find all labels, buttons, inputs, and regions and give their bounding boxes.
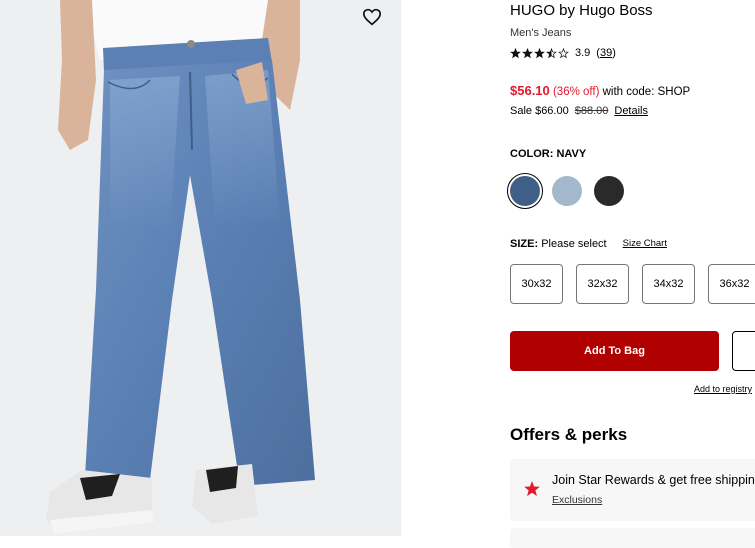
size-options: 30x32 32x32 34x32 36x32 <box>510 264 755 304</box>
selected-color: NAVY <box>556 148 587 160</box>
color-swatches <box>507 173 624 209</box>
heart-outline-icon <box>362 8 382 26</box>
star-icon <box>558 47 569 58</box>
product-name: Men's Jeans <box>510 27 572 39</box>
review-count-link[interactable]: 39 <box>600 47 612 59</box>
size-option-36x32[interactable]: 36x32 <box>708 264 755 304</box>
add-to-registry-link[interactable]: Add to registry <box>694 384 752 394</box>
star-icon <box>546 47 557 58</box>
favorite-button[interactable] <box>362 8 388 34</box>
star-rating <box>510 47 569 59</box>
size-label-row: SIZE: Please select Size Chart <box>510 238 667 250</box>
product-info-panel: HUGO by Hugo Boss Men's Jeans 3.9 (39) $… <box>507 0 755 548</box>
color-label: COLOR: NAVY <box>510 148 587 160</box>
original-price: $88.00 <box>574 105 609 117</box>
star-icon <box>510 47 521 58</box>
size-label: SIZE: <box>510 238 539 250</box>
swatch-black[interactable] <box>594 176 624 206</box>
sale-price-row: Sale $66.00 $88.00 Details <box>510 105 648 117</box>
size-chart-link[interactable]: Size Chart <box>623 238 667 250</box>
red-star-icon <box>524 481 540 496</box>
swatch-light-blue[interactable] <box>552 176 582 206</box>
jeans-photo <box>0 0 401 536</box>
star-icon <box>522 47 533 58</box>
exclusions-link[interactable]: Exclusions <box>552 494 602 506</box>
promo-price-row: $56.10 (36% off) with code: SHOP <box>510 83 690 98</box>
next-offer-card[interactable] <box>510 528 755 548</box>
size-option-32x32[interactable]: 32x32 <box>576 264 629 304</box>
promo-price: $56.10 <box>510 83 550 98</box>
product-image[interactable] <box>0 0 401 536</box>
add-to-bag-button[interactable]: Add To Bag <box>510 331 719 371</box>
swatch-navy[interactable] <box>507 173 543 209</box>
secondary-action-button[interactable] <box>732 331 755 371</box>
details-link[interactable]: Details <box>614 105 648 117</box>
star-icon <box>534 47 545 58</box>
promo-code-text: with code: SHOP <box>602 86 691 98</box>
offers-heading: Offers & perks <box>510 425 628 444</box>
star-rewards-card[interactable]: Join Star Rewards & get free shipping Ex… <box>510 459 755 521</box>
brand-name[interactable]: HUGO by Hugo Boss <box>510 2 653 19</box>
size-prompt: Please select <box>541 238 607 250</box>
size-option-30x32[interactable]: 30x32 <box>510 264 563 304</box>
perk-title: Join Star Rewards & get free shipping <box>552 473 755 487</box>
rating-summary[interactable]: 3.9 (39) <box>510 47 616 59</box>
sale-price: Sale $66.00 <box>510 105 569 117</box>
rating-value: 3.9 <box>575 47 591 59</box>
size-option-34x32[interactable]: 34x32 <box>642 264 695 304</box>
discount-percent: (36% off) <box>552 86 600 98</box>
